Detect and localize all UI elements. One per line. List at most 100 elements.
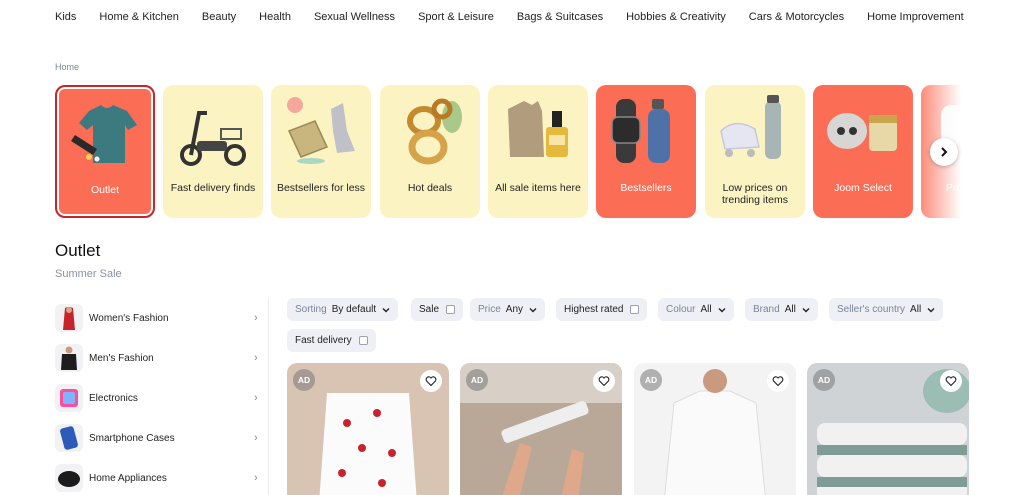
- card-label: Joom Select: [834, 182, 892, 194]
- fast-delivery-checkbox[interactable]: [358, 336, 368, 345]
- nav-home-improvement[interactable]: Home Improvement: [867, 11, 964, 23]
- carousel-card-bestsellers-for-less[interactable]: Bestsellers for less: [271, 85, 371, 218]
- heart-icon: [772, 376, 784, 387]
- chevron-right-icon: ›: [254, 352, 258, 364]
- chip-key: Brand: [753, 304, 780, 315]
- highest-rated-checkbox-chip[interactable]: Highest rated: [556, 298, 648, 321]
- chip-key: Colour: [666, 304, 696, 315]
- chip-label: Sale: [419, 304, 440, 315]
- chevron-down-icon: [382, 307, 390, 312]
- ad-badge: AD: [813, 369, 835, 391]
- heart-icon: [598, 376, 610, 387]
- nav-hobbies-creativity[interactable]: Hobbies & Creativity: [626, 11, 726, 23]
- brand-dropdown[interactable]: Brand All: [745, 298, 818, 321]
- chip-label: Highest rated: [564, 304, 624, 315]
- fast-delivery-checkbox-chip[interactable]: Fast delivery: [287, 329, 376, 352]
- card-label: All sale items here: [495, 182, 581, 194]
- heart-icon: [945, 376, 957, 387]
- product-card[interactable]: AD: [460, 363, 622, 495]
- carousel-card-fast-delivery[interactable]: Fast delivery finds: [163, 85, 263, 218]
- card-label: Fast delivery finds: [170, 182, 256, 194]
- nav-beauty[interactable]: Beauty: [202, 11, 236, 23]
- carousel-next-button[interactable]: [930, 138, 958, 166]
- top-category-nav: Kids Home & Kitchen Beauty Health Sexual…: [0, 0, 1024, 34]
- chip-value: Any: [505, 304, 524, 315]
- carousel-card-hot-deals[interactable]: Hot deals: [380, 85, 480, 218]
- nav-sexual-wellness[interactable]: Sexual Wellness: [314, 11, 395, 23]
- chevron-down-icon: [718, 307, 726, 312]
- card-label: Products 9: [945, 182, 969, 194]
- chip-value: All: [700, 304, 712, 315]
- card-label: Bestsellers: [620, 182, 672, 194]
- card-label: Low prices on trending items: [722, 182, 788, 206]
- category-carousel: Outlet Fast delivery finds Bestsellers f…: [55, 85, 969, 218]
- nav-bags-suitcases[interactable]: Bags & Suitcases: [517, 11, 603, 23]
- sale-checkbox[interactable]: [446, 305, 456, 314]
- jacket-serum-image: [508, 101, 568, 157]
- skates-image: [720, 95, 781, 159]
- ad-badge: AD: [640, 369, 662, 391]
- sale-checkbox-chip[interactable]: Sale: [411, 298, 464, 321]
- sidebar-divider: [268, 298, 269, 495]
- nav-sport-leisure[interactable]: Sport & Leisure: [418, 11, 494, 23]
- nav-kids[interactable]: Kids: [55, 11, 76, 23]
- card-label: Bestsellers for less: [276, 182, 366, 194]
- sidebar-item-label: Home Appliances: [89, 472, 167, 484]
- chevron-right-icon: ›: [254, 472, 258, 484]
- chip-value: By default: [331, 304, 377, 315]
- smartphone-cases-thumb: [55, 424, 83, 452]
- sidebar-item-smartphone-cases[interactable]: Smartphone Cases ›: [55, 418, 268, 458]
- category-sidebar: Women's Fashion › Men's Fashion › Electr…: [55, 298, 268, 495]
- product-card[interactable]: AD: [634, 363, 796, 495]
- highest-rated-checkbox[interactable]: [630, 305, 640, 314]
- chevron-right-icon: ›: [254, 312, 258, 324]
- chip-key: Seller's country: [837, 304, 906, 315]
- card-label: Hot deals: [407, 182, 453, 194]
- sidebar-item-label: Smartphone Cases: [89, 432, 175, 444]
- nav-home-kitchen[interactable]: Home & Kitchen: [99, 11, 178, 23]
- chip-key: Price: [478, 304, 501, 315]
- price-dropdown[interactable]: Price Any: [470, 298, 546, 321]
- sidebar-item-label: Women's Fashion: [89, 312, 169, 324]
- sidebar-item-label: Men's Fashion: [89, 352, 154, 364]
- page-title: Outlet: [55, 241, 101, 260]
- tshirt-image: [71, 105, 137, 163]
- carousel-card-low-prices[interactable]: Low prices on trending items: [705, 85, 805, 218]
- favorite-button[interactable]: [767, 370, 789, 392]
- sorting-dropdown[interactable]: Sorting By default: [287, 298, 399, 321]
- product-card[interactable]: AD: [287, 363, 449, 495]
- decor-items-image: [287, 97, 355, 164]
- mens-fashion-thumb: [55, 344, 83, 372]
- nav-cars-motorcycles[interactable]: Cars & Motorcycles: [749, 11, 844, 23]
- ad-badge: AD: [293, 369, 315, 391]
- favorite-button[interactable]: [420, 370, 442, 392]
- favorite-button[interactable]: [593, 370, 615, 392]
- chevron-down-icon: [802, 307, 810, 312]
- chevron-right-icon: [941, 147, 948, 157]
- chip-label: Fast delivery: [295, 335, 352, 346]
- favorite-button[interactable]: [940, 370, 962, 392]
- carousel-card-all-sale-items[interactable]: All sale items here: [488, 85, 588, 218]
- card-label: Outlet: [90, 184, 119, 196]
- sidebar-item-womens-fashion[interactable]: Women's Fashion ›: [55, 298, 268, 338]
- sidebar-item-label: Electronics: [89, 392, 138, 404]
- carousel-card-outlet[interactable]: Outlet: [55, 85, 155, 218]
- sidebar-item-mens-fashion[interactable]: Men's Fashion ›: [55, 338, 268, 378]
- breadcrumb-home[interactable]: Home: [55, 62, 79, 72]
- chip-value: All: [784, 304, 796, 315]
- product-card[interactable]: AD: [807, 363, 969, 495]
- massager-cream-image: [827, 113, 897, 151]
- chevron-right-icon: ›: [254, 432, 258, 444]
- scooter-image: [180, 111, 246, 166]
- nav-health[interactable]: Health: [259, 11, 291, 23]
- chevron-right-icon: ›: [254, 392, 258, 404]
- earrings-image: [407, 98, 462, 165]
- carousel-card-bestsellers[interactable]: Bestsellers: [596, 85, 696, 218]
- sidebar-item-home-appliances[interactable]: Home Appliances ›: [55, 458, 268, 495]
- colour-dropdown[interactable]: Colour All: [658, 298, 734, 321]
- carousel-card-joom-select[interactable]: Joom Select: [813, 85, 913, 218]
- sidebar-item-electronics[interactable]: Electronics ›: [55, 378, 268, 418]
- heart-icon: [425, 376, 437, 387]
- electronics-thumb: [55, 384, 83, 412]
- sellers-country-dropdown[interactable]: Seller's country All: [829, 298, 944, 321]
